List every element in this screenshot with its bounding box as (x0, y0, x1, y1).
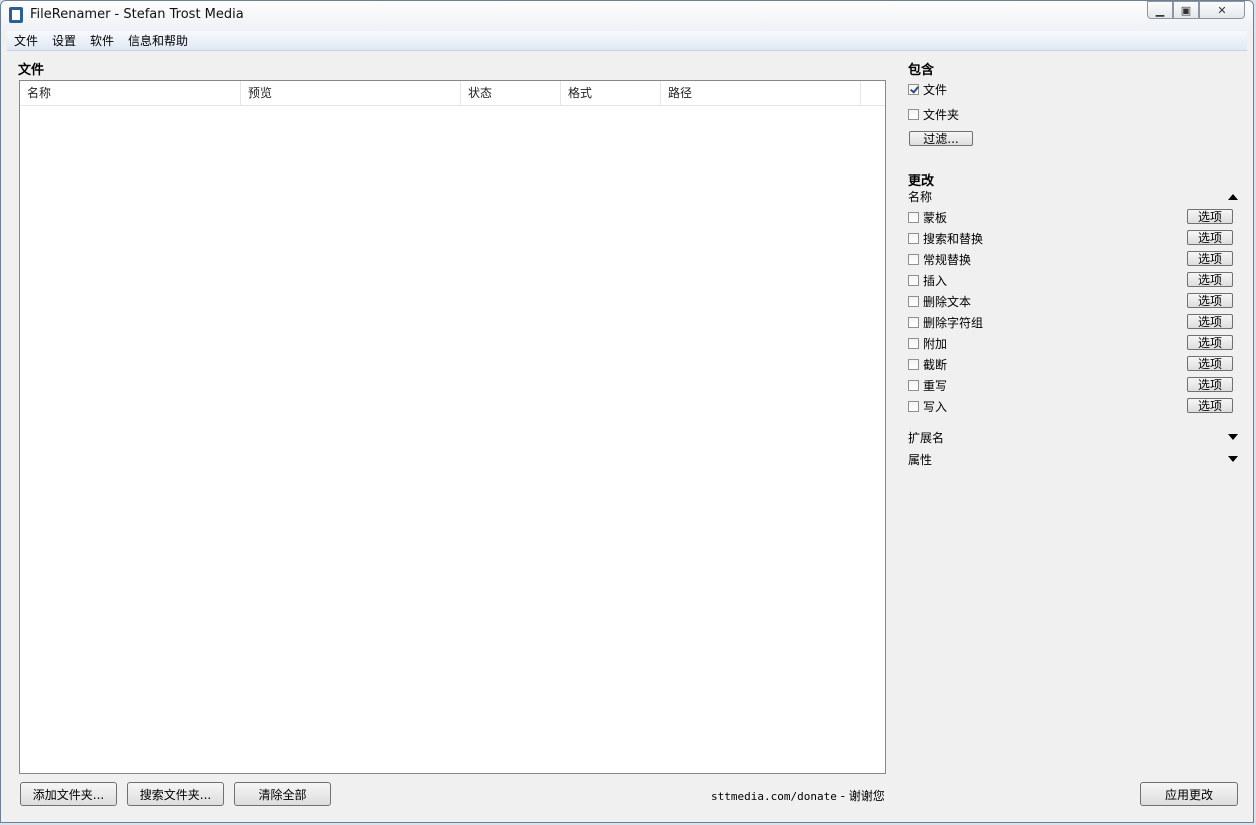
change-item-label: 截断 (923, 357, 948, 372)
name-group-header[interactable]: 名称 (908, 188, 932, 205)
donate-link[interactable]: sttmedia.com/donate (711, 790, 837, 803)
include-files-checkbox[interactable] (908, 83, 919, 95)
attributes-group-header[interactable]: 属性 (908, 451, 932, 468)
column-header-path[interactable]: 路径 (661, 81, 861, 105)
title-bar: FileRenamer - Stefan Trost Media ▁ ▣ ✕ (1, 1, 1253, 31)
change-item-row[interactable]: 删除文本 (908, 292, 971, 310)
change-item-label: 删除字符组 (923, 315, 984, 330)
menu-bar: 文件 设置 软件 信息和帮助 (7, 31, 1247, 51)
close-icon: ✕ (1217, 3, 1227, 17)
change-item-checkbox[interactable] (908, 337, 919, 349)
apply-changes-button[interactable]: 应用更改 (1140, 782, 1238, 806)
column-header-name[interactable]: 名称 (20, 81, 241, 105)
expand-extension-icon[interactable] (1228, 434, 1238, 440)
change-item-options-button[interactable]: 选项 (1187, 293, 1233, 308)
change-item-checkbox[interactable] (908, 253, 919, 265)
column-header-format[interactable]: 格式 (561, 81, 661, 105)
change-item-label: 附加 (923, 336, 948, 351)
minimize-icon: ▁ (1155, 3, 1165, 17)
collapse-up-icon[interactable] (1228, 194, 1238, 200)
change-item-label: 删除文本 (923, 294, 972, 309)
close-button[interactable]: ✕ (1199, 1, 1245, 19)
maximize-icon: ▣ (1180, 3, 1192, 17)
change-item-options-button[interactable]: 选项 (1187, 335, 1233, 350)
clear-all-button[interactable]: 清除全部 (234, 782, 331, 806)
change-item-checkbox[interactable] (908, 358, 919, 370)
include-files-label: 文件 (923, 82, 948, 97)
change-item-row[interactable]: 删除字符组 (908, 313, 983, 331)
change-item-options-button[interactable]: 选项 (1187, 314, 1233, 329)
change-item-checkbox[interactable] (908, 400, 919, 412)
minimize-button[interactable]: ▁ (1147, 1, 1173, 19)
change-item-checkbox[interactable] (908, 295, 919, 307)
file-list-header: 名称 预览 状态 格式 路径 (20, 81, 885, 106)
change-item-row[interactable]: 蒙板 (908, 208, 947, 226)
files-section-title: 文件 (18, 63, 45, 78)
include-section-title: 包含 (908, 63, 935, 78)
change-item-label: 蒙板 (923, 210, 948, 225)
search-folder-button[interactable]: 搜索文件夹... (127, 782, 224, 806)
change-item-options-button[interactable]: 选项 (1187, 356, 1233, 371)
file-list[interactable]: 名称 预览 状态 格式 路径 (19, 80, 886, 774)
change-item-checkbox[interactable] (908, 379, 919, 391)
change-item-options-button[interactable]: 选项 (1187, 251, 1233, 266)
change-item-row[interactable]: 附加 (908, 334, 947, 352)
menu-info-help[interactable]: 信息和帮助 (121, 32, 195, 49)
app-window: FileRenamer - Stefan Trost Media ▁ ▣ ✕ 文… (0, 0, 1254, 823)
change-item-checkbox[interactable] (908, 211, 919, 223)
include-files-row[interactable]: 文件 (908, 80, 947, 98)
include-folders-checkbox[interactable] (908, 108, 919, 120)
change-item-label: 写入 (923, 399, 948, 414)
change-item-options-button[interactable]: 选项 (1187, 209, 1233, 224)
app-icon (9, 7, 23, 23)
change-item-options-button[interactable]: 选项 (1187, 230, 1233, 245)
change-item-checkbox[interactable] (908, 274, 919, 286)
change-item-label: 常规替换 (923, 252, 972, 267)
change-item-row[interactable]: 截断 (908, 355, 947, 373)
column-header-status[interactable]: 状态 (461, 81, 561, 105)
change-item-row[interactable]: 常规替换 (908, 250, 971, 268)
maximize-button[interactable]: ▣ (1173, 1, 1199, 19)
menu-software[interactable]: 软件 (83, 32, 121, 49)
filter-button[interactable]: 过滤... (909, 131, 973, 146)
change-item-options-button[interactable]: 选项 (1187, 377, 1233, 392)
change-item-row[interactable]: 搜索和替换 (908, 229, 983, 247)
change-item-label: 重写 (923, 378, 948, 393)
column-header-preview[interactable]: 预览 (241, 81, 461, 105)
donate-text: sttmedia.com/donate - 谢谢您 (711, 787, 885, 804)
include-folders-label: 文件夹 (923, 107, 960, 122)
change-item-options-button[interactable]: 选项 (1187, 272, 1233, 287)
include-folders-row[interactable]: 文件夹 (908, 105, 959, 123)
change-item-row[interactable]: 重写 (908, 376, 947, 394)
expand-attributes-icon[interactable] (1228, 456, 1238, 462)
changes-section-title: 更改 (908, 174, 935, 189)
change-item-checkbox[interactable] (908, 232, 919, 244)
change-item-row[interactable]: 写入 (908, 397, 947, 415)
add-folder-button[interactable]: 添加文件夹... (20, 782, 117, 806)
change-item-label: 搜索和替换 (923, 231, 984, 246)
donate-thanks: - 谢谢您 (836, 789, 885, 803)
change-item-checkbox[interactable] (908, 316, 919, 328)
menu-settings[interactable]: 设置 (45, 32, 83, 49)
change-item-row[interactable]: 插入 (908, 271, 947, 289)
extension-group-header[interactable]: 扩展名 (908, 429, 944, 446)
window-title: FileRenamer - Stefan Trost Media (30, 7, 244, 22)
menu-file[interactable]: 文件 (7, 32, 45, 49)
change-item-options-button[interactable]: 选项 (1187, 398, 1233, 413)
change-item-label: 插入 (923, 273, 948, 288)
